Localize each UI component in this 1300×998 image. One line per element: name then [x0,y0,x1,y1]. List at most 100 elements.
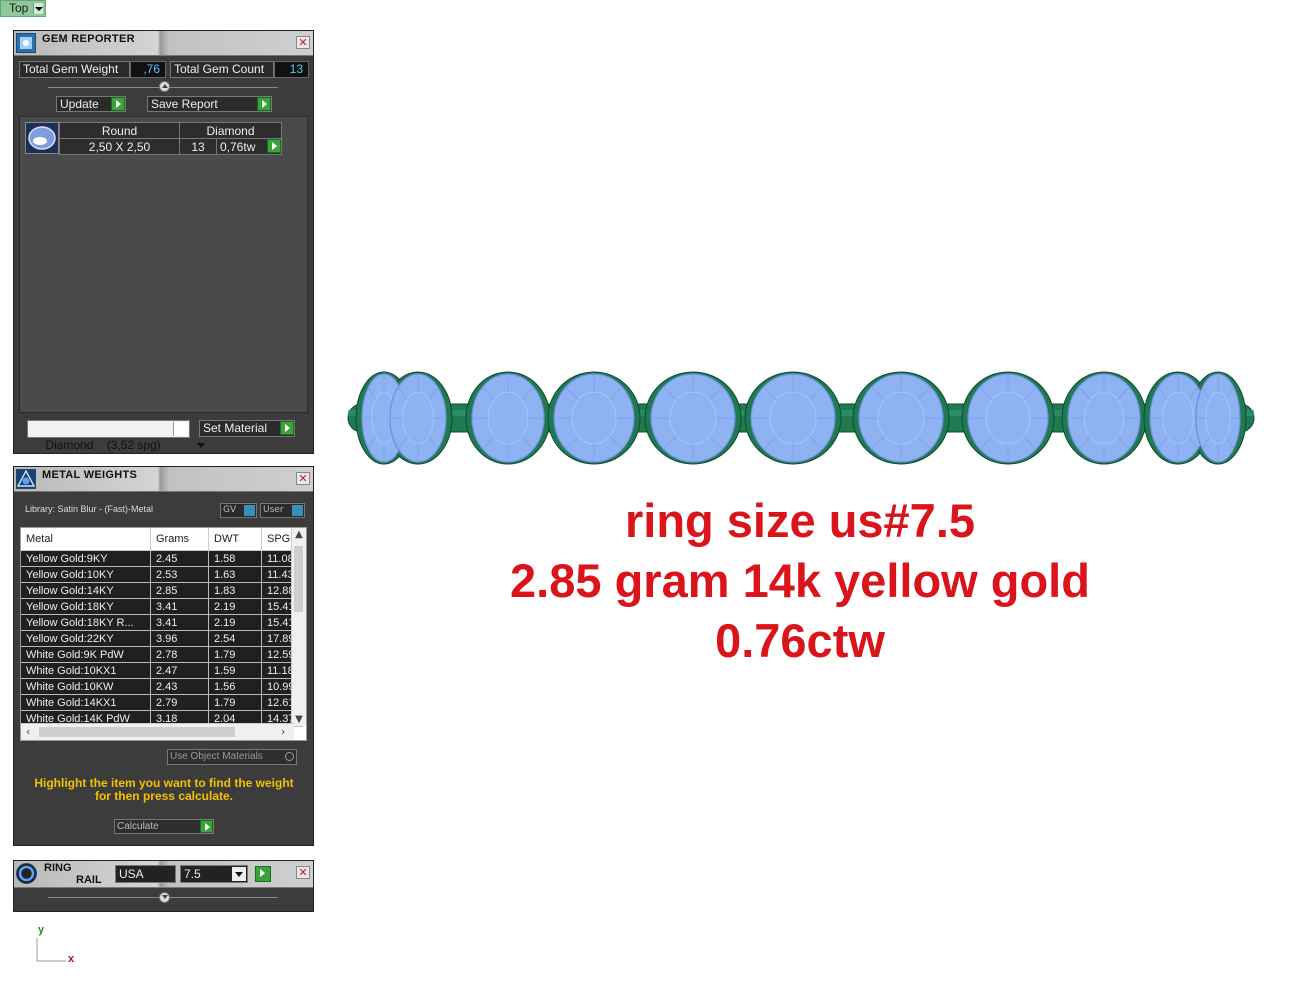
dwt-cell: 1.59 [208,662,262,679]
total-gem-count-field[interactable]: 13 [274,61,309,78]
metal-weights-icon [16,469,36,489]
table-row[interactable]: Yellow Gold:14KY 2.85 1.83 12.88 [21,582,303,599]
vertical-scroll-thumb[interactable] [294,546,303,612]
use-object-materials-label: Use Object Materials [170,751,263,762]
table-row[interactable]: Yellow Gold:9KY 2.45 1.58 11.08 [21,550,303,567]
collapse-up-icon[interactable] [159,81,170,92]
scroll-down-icon[interactable]: ▼ [292,714,306,725]
gem-weight-cell[interactable]: 0,76tw [216,138,282,155]
column-header-dwt[interactable]: DWT [208,528,262,551]
table-row[interactable]: Yellow Gold:22KY 3.96 2.54 17.89 [21,630,303,647]
ring-rail-panel: RING RAIL USA 7.5 ✕ [13,860,314,912]
dwt-cell: 2.54 [208,630,262,647]
metal-name-cell: Yellow Gold:18KY R... [21,614,151,631]
close-icon[interactable]: ✕ [296,36,310,49]
scroll-up-icon[interactable]: ▲ [292,529,306,540]
close-icon[interactable]: ✕ [296,866,310,879]
table-row[interactable]: White Gold:10KX1 2.47 1.59 11.18 [21,662,303,679]
total-gem-weight-label: Total Gem Weight [19,61,130,78]
total-gem-weight-field[interactable]: ,76 [130,61,166,78]
ring-size-value: 7.5 [184,867,201,881]
scroll-left-icon[interactable]: ‹ [26,725,30,738]
material-select-value: Diamond (3,52 spg) [45,438,161,452]
ring-size-select[interactable]: 7.5 [180,865,248,883]
grams-cell: 2.85 [150,582,209,599]
grams-cell: 2.79 [150,694,209,711]
metal-name-cell: Yellow Gold:10KY [21,566,151,583]
annotation-ring-size: ring size us#7.5 [624,494,976,547]
metal-weights-title: METAL WEIGHTS [42,469,138,481]
play-icon [111,97,125,111]
horizontal-scrollbar[interactable]: ‹ › [21,723,294,740]
round-gem-thumbnail-icon[interactable] [25,122,59,154]
gem-reporter-title: GEM REPORTER [42,33,135,45]
gem-table: Round Diamond 2,50 X 2,50 13 0,76tw [59,122,282,155]
save-report-button[interactable]: Save Report [147,96,272,112]
chevron-down-icon [232,867,246,881]
toggle-indicator-icon [292,505,303,516]
gem-material-cell[interactable]: Diamond [179,122,282,139]
gem-reporter-titlebar[interactable]: GEM REPORTER ✕ [14,31,313,56]
close-icon[interactable]: ✕ [296,472,310,485]
gem-list-area: Round Diamond 2,50 X 2,50 13 0,76tw [19,116,308,413]
table-row[interactable]: White Gold:9K PdW 2.78 1.79 12.59 [21,646,303,663]
play-icon [200,820,213,833]
table-row[interactable]: Yellow Gold:18KY R... 3.41 2.19 15.41 [21,614,303,631]
calculate-button[interactable]: Calculate [114,819,214,834]
set-material-button[interactable]: Set Material [199,420,295,437]
library-label: Library: Satin Blur - (Fast)-Metal [25,504,154,514]
column-header-metal[interactable]: Metal [21,528,151,551]
viewport-tab[interactable]: Top [0,0,46,17]
gem-shape-cell[interactable]: Round [59,122,180,139]
radio-icon [285,752,294,761]
ring-rail-title-line2: RAIL [76,874,102,886]
grams-cell: 2.47 [150,662,209,679]
grams-cell: 2.43 [150,678,209,695]
user-toggle-label: User [263,505,284,515]
table-row[interactable]: White Gold:10KW 2.43 1.56 10.99 [21,678,303,695]
expand-down-icon[interactable] [159,892,170,903]
ring-standard-field[interactable]: USA [115,865,176,883]
table-row[interactable]: Yellow Gold:10KY 2.53 1.63 11.43 [21,566,303,583]
grams-cell: 2.45 [150,550,209,567]
annotation-gem-weight: 0.76ctw [715,614,885,667]
play-icon[interactable] [267,139,281,153]
vertical-scrollbar[interactable]: ▲ ▼ [291,528,306,726]
axis-y-label: y [38,924,45,936]
play-icon[interactable] [255,866,271,882]
annotation-metal-weight: 2.85 gram 14k yellow gold [510,554,1090,607]
metal-name-cell: Yellow Gold:9KY [21,550,151,567]
total-gem-count-label: Total Gem Count [170,61,274,78]
column-header-grams[interactable]: Grams [150,528,209,551]
ring-rail-icon [16,863,37,884]
material-select[interactable]: Diamond (3,52 spg) [27,420,206,452]
metal-table-body: Yellow Gold:9KY 2.45 1.58 11.08 Yellow Gold… [21,550,303,727]
set-material-button-label: Set Material [203,421,268,435]
ring-rail-titlebar[interactable]: RING RAIL USA 7.5 ✕ [14,861,313,888]
table-row[interactable]: White Gold:14KX1 2.79 1.79 12.61 [21,694,303,711]
save-report-button-label: Save Report [151,97,218,111]
scroll-right-icon[interactable]: › [281,725,285,738]
table-row[interactable]: Yellow Gold:18KY 3.41 2.19 15.41 [21,598,303,615]
viewport-tab-label: Top [9,1,29,15]
axis-x-label: x [68,953,75,965]
grams-cell: 3.41 [150,614,209,631]
user-toggle[interactable]: User [260,503,305,518]
dwt-cell: 1.63 [208,566,262,583]
viewport-dropdown-icon[interactable] [33,3,43,14]
use-object-materials-toggle[interactable]: Use Object Materials [167,749,297,765]
dwt-cell: 1.79 [208,694,262,711]
metal-name-cell: White Gold:9K PdW [21,646,151,663]
metal-weights-titlebar[interactable]: METAL WEIGHTS ✕ [14,467,313,492]
grams-cell: 2.78 [150,646,209,663]
ring-model-view[interactable] [346,366,1256,470]
chevron-down-icon [173,422,206,448]
update-button[interactable]: Update [56,96,126,112]
calculate-button-label: Calculate [117,821,159,832]
gv-toggle[interactable]: GV [220,503,257,518]
gem-count-cell[interactable]: 13 [179,138,217,155]
horizontal-scroll-thumb[interactable] [39,727,235,737]
metal-name-cell: White Gold:10KX1 [21,662,151,679]
gem-size-cell[interactable]: 2,50 X 2,50 [59,138,180,155]
metal-name-cell: Yellow Gold:22KY [21,630,151,647]
